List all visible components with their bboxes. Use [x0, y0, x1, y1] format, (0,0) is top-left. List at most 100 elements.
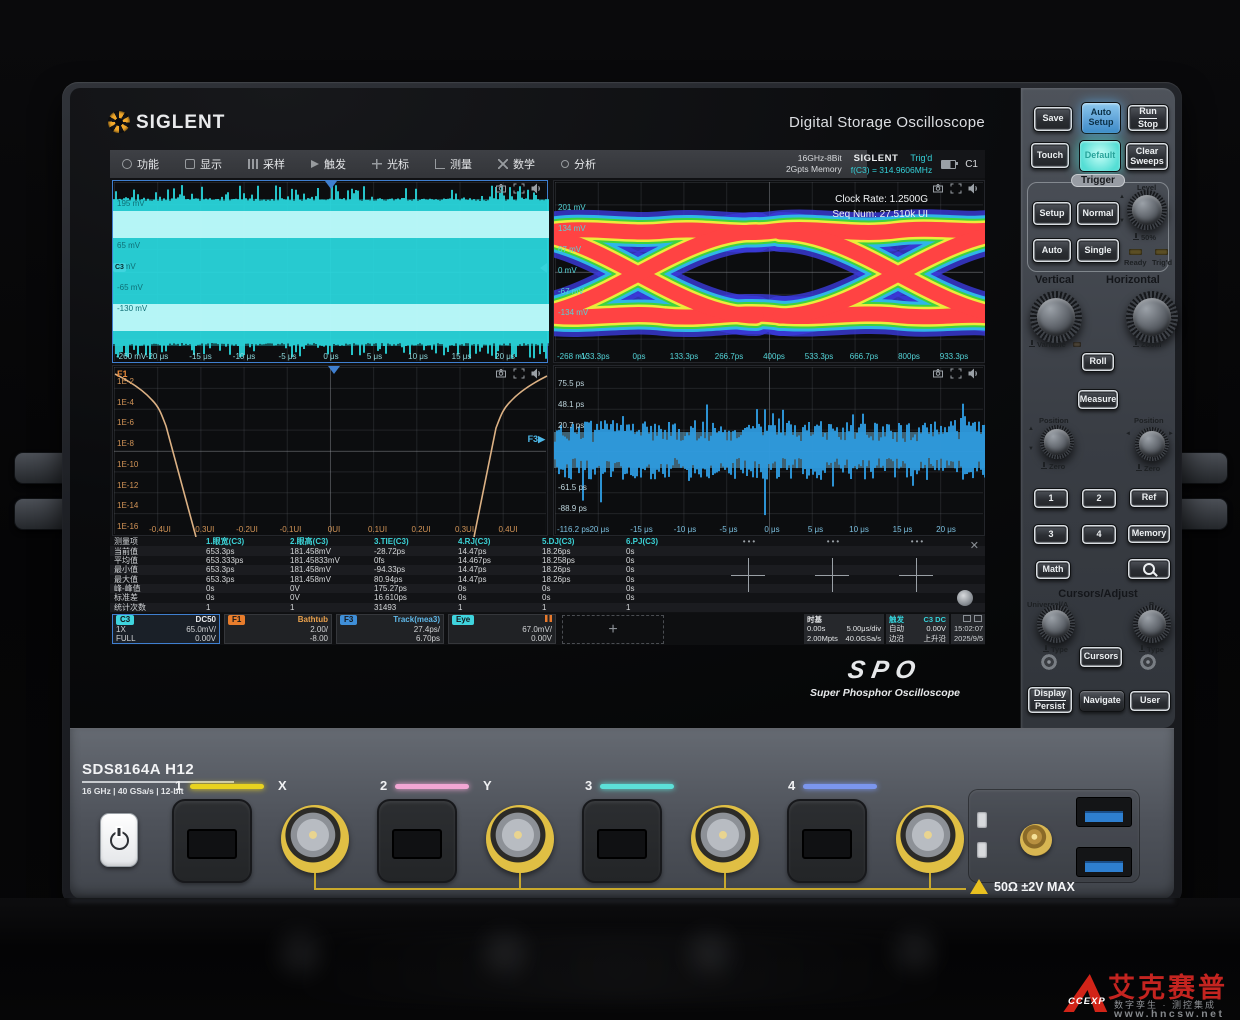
channel3-button[interactable]: 3: [1033, 524, 1069, 545]
camera-icon[interactable]: [932, 368, 944, 379]
model-underline: [82, 781, 234, 783]
sound-icon[interactable]: [968, 183, 980, 194]
x-tick-label: 20 μs: [936, 525, 956, 534]
y-tick-label: 1E-12: [117, 481, 138, 490]
sound-icon[interactable]: [968, 368, 980, 379]
trigger-level-knob[interactable]: [1127, 190, 1167, 230]
channel3-marker[interactable]: C3: [113, 263, 126, 272]
power-button[interactable]: [100, 813, 138, 867]
y-tick-label: -65 mV: [117, 283, 143, 292]
sound-icon[interactable]: [531, 183, 543, 194]
table-tool-button[interactable]: [957, 590, 973, 606]
trace-title: [545, 615, 552, 625]
horizontal-scale-knob[interactable]: [1126, 291, 1178, 343]
table-column-header[interactable]: 5.DJ(C3): [538, 537, 622, 546]
navigate-button[interactable]: Navigate: [1079, 690, 1125, 712]
trigger-box[interactable]: 触发C3 DC 自动0.00V 边沿上升沿: [886, 614, 949, 644]
channel4-button[interactable]: 4: [1081, 524, 1117, 545]
expand-icon[interactable]: [950, 368, 962, 379]
menu-item-8[interactable]: 分析: [561, 156, 596, 172]
menu-item-4[interactable]: 触发: [311, 156, 346, 172]
expand-icon[interactable]: [513, 368, 525, 379]
scene: SIGLENT Digital Storage Oscilloscope SPO…: [0, 0, 1240, 1020]
camera-icon[interactable]: [932, 183, 944, 194]
trace-descriptor-f3[interactable]: F3Track(mea3)27.4ps/6.70ps: [336, 614, 444, 644]
trigger-level-marker[interactable]: [540, 263, 547, 273]
search-zoom-button[interactable]: [1127, 558, 1171, 580]
universal-a-knob[interactable]: [1037, 605, 1075, 643]
sound-icon[interactable]: [531, 368, 543, 379]
trigger-auto-button[interactable]: Auto: [1032, 238, 1072, 263]
vertical-position-knob[interactable]: [1040, 425, 1074, 459]
channel-2-axis-label: Y: [483, 778, 492, 793]
menu-item-1[interactable]: 功能: [122, 156, 159, 172]
trace-descriptor-f1[interactable]: F1Bathtub2.00/-8.00: [224, 614, 332, 644]
y-tick-label: 67 mV: [558, 245, 581, 254]
eye-diagram-panel[interactable]: Clock Rate: 1.2500G Seq Num: 27.510k UI …: [553, 180, 985, 363]
waveform-panel[interactable]: 195 mV65 mV0 mV-65 mV-130 mV-20 μs-15 μs…: [112, 180, 548, 363]
bathtub-panel[interactable]: 1E-21E-41E-61E-81E-101E-121E-141E-16-0.4…: [112, 365, 548, 536]
menu-item-6[interactable]: 测量: [435, 156, 472, 172]
tie-track-panel[interactable]: 75.5 ps48.1 ps20.7 ps-61.5 ps-88.9 ps-20…: [553, 365, 985, 536]
ref-button[interactable]: Ref: [1129, 488, 1169, 508]
b-knob[interactable]: [1133, 605, 1171, 643]
touch-button[interactable]: Touch: [1030, 142, 1070, 169]
camera-icon[interactable]: [495, 183, 507, 194]
trigger-single-button[interactable]: Single: [1076, 238, 1120, 263]
table-row-header: 最小值: [110, 565, 202, 574]
save-button[interactable]: Save: [1033, 106, 1073, 132]
table-cell: 14.47ps: [454, 575, 538, 584]
table-cell: 0s: [538, 593, 622, 602]
cursors-button[interactable]: Cursors: [1079, 646, 1123, 668]
table-column-header[interactable]: 1.眼宽(C3): [202, 537, 286, 546]
add-measurement-button[interactable]: [815, 558, 849, 592]
menu-item-7[interactable]: 数学: [498, 156, 535, 172]
table-cell: [790, 603, 874, 612]
menu-item-5[interactable]: 光标: [372, 156, 409, 172]
auto-setup-button[interactable]: AutoSetup: [1081, 102, 1121, 134]
add-measurement-button[interactable]: [899, 558, 933, 592]
expand-icon[interactable]: [513, 183, 525, 194]
table-column-header[interactable]: 3.TIE(C3): [370, 537, 454, 546]
trigger-normal-button[interactable]: Normal: [1076, 201, 1120, 226]
timebase-box[interactable]: 时基 0.00s5.00μs/div 2.00Mpts40.0GSa/s: [804, 614, 884, 644]
x-tick-label: 0UI: [328, 525, 340, 534]
camera-icon[interactable]: [495, 368, 507, 379]
trigger-setup-button[interactable]: Setup: [1032, 201, 1072, 226]
table-cell: [706, 603, 790, 612]
signal-wire: [724, 873, 726, 889]
table-close-button[interactable]: ✕: [970, 539, 979, 552]
table-column-header[interactable]: 6.PJ(C3): [622, 537, 706, 546]
horizontal-position-knob[interactable]: [1135, 427, 1169, 461]
table-column-header[interactable]: 2.眼高(C3): [286, 537, 370, 546]
siglent-logo-icon: [108, 111, 130, 133]
run-stop-button[interactable]: RunStop: [1127, 104, 1169, 132]
vertical-scale-knob[interactable]: [1030, 291, 1082, 343]
trace-descriptor-c3[interactable]: C3DC501X65.0mV/FULL0.00V: [112, 614, 220, 644]
menu-item-2[interactable]: 显示: [185, 156, 222, 172]
user-button[interactable]: User: [1129, 690, 1171, 712]
add-trace-button[interactable]: +: [562, 615, 664, 644]
math-button[interactable]: Math: [1035, 560, 1071, 580]
measure-button[interactable]: Measure: [1077, 389, 1119, 410]
f3-trace-marker[interactable]: F3▶: [528, 434, 545, 445]
descriptor-row: -8.00: [225, 634, 331, 644]
trace-descriptor-eye[interactable]: Eye67.0mV/0.00V: [448, 614, 556, 644]
channel2-button[interactable]: 2: [1081, 488, 1117, 509]
add-measurement-button[interactable]: [731, 558, 765, 592]
channel1-button[interactable]: 1: [1033, 488, 1069, 509]
channel-indicator[interactable]: C1: [965, 159, 978, 170]
trigger-position-marker[interactable]: [325, 181, 337, 189]
x-tick-label: 133.3ps: [670, 352, 698, 361]
memory-button[interactable]: Memory: [1127, 524, 1171, 544]
clear-sweeps-button[interactable]: ClearSweeps: [1125, 142, 1169, 171]
clock-box[interactable]: 15:02:07 2025/9/5: [951, 614, 985, 644]
default-button[interactable]: Default: [1079, 140, 1121, 172]
table-column-header[interactable]: 4.RJ(C3): [454, 537, 538, 546]
display-persist-button[interactable]: DisplayPersist: [1027, 686, 1073, 714]
roll-button[interactable]: Roll: [1081, 352, 1115, 372]
menu-item-3[interactable]: 采样: [248, 156, 285, 172]
trigger-position-marker[interactable]: [328, 366, 340, 374]
f1-trace-marker[interactable]: F1: [117, 369, 128, 379]
expand-icon[interactable]: [950, 183, 962, 194]
